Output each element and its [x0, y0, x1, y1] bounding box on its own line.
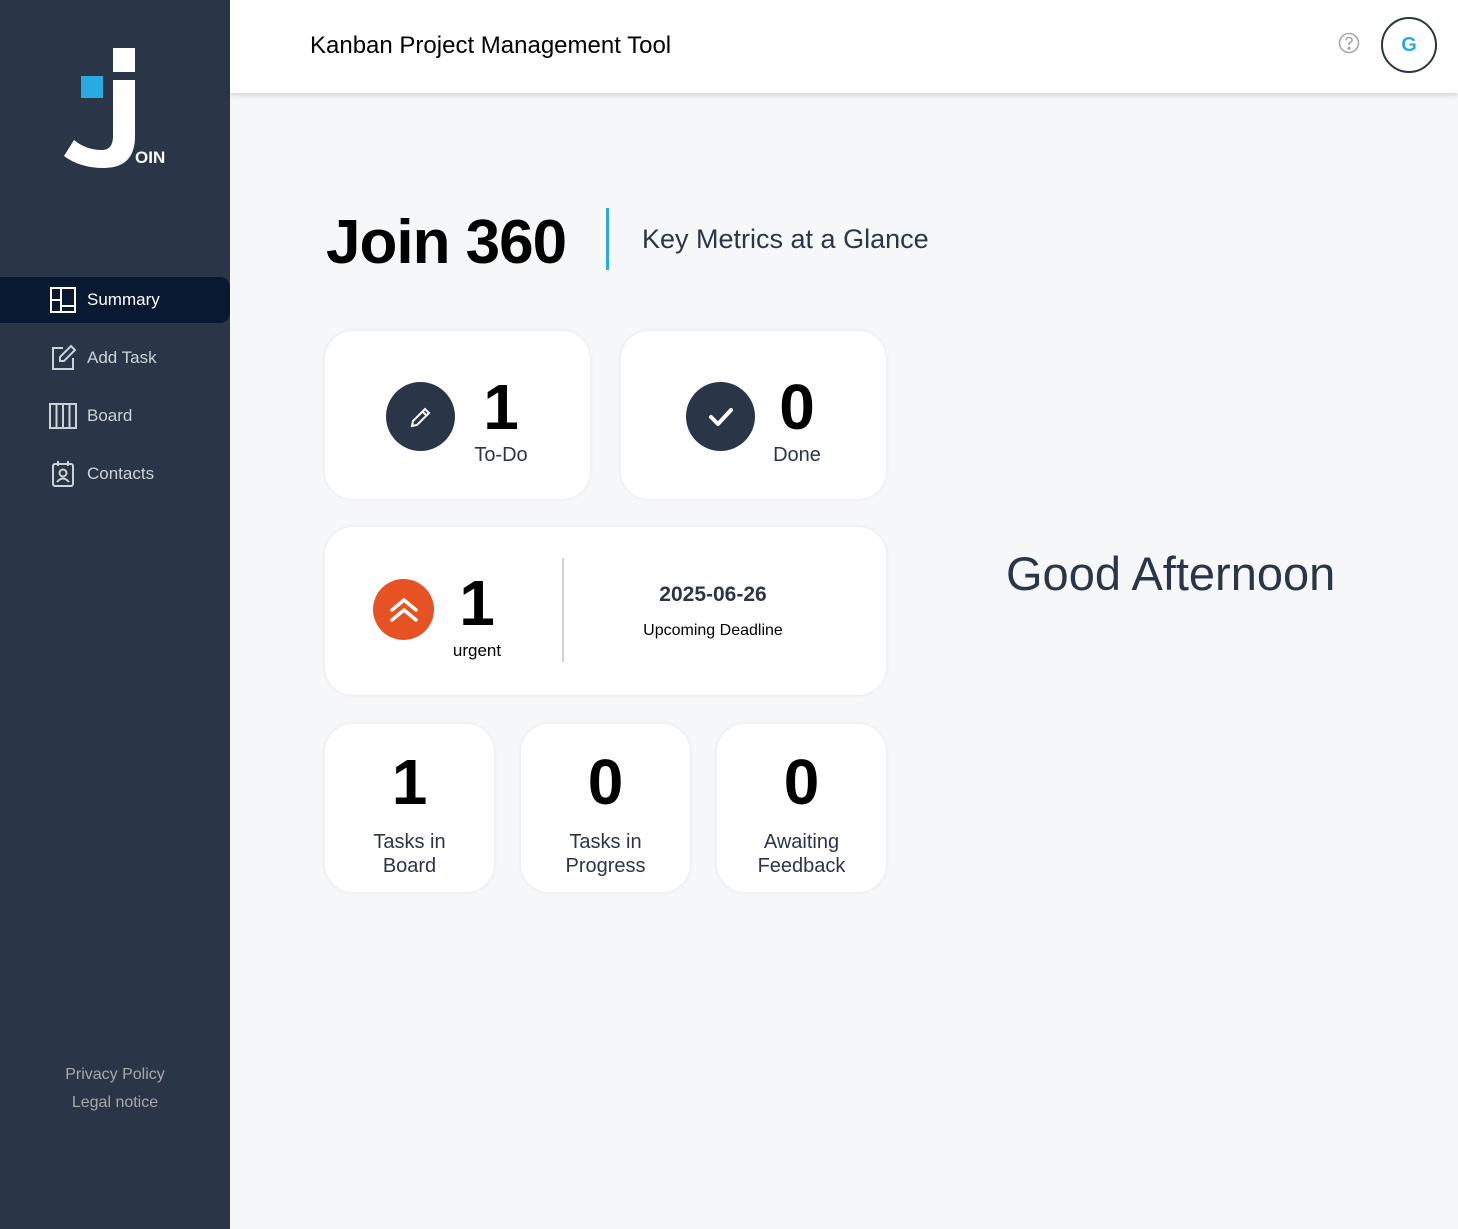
awaiting-feedback-label: Awaiting Feedback [717, 830, 886, 878]
stat-label-line: Board [382, 855, 437, 877]
app-title: Kanban Project Management Tool [310, 32, 672, 59]
tasks-in-progress-count: 0 [587, 746, 624, 818]
deadline-label: Upcoming Deadline [643, 622, 783, 639]
stat-label-line: Progress [565, 855, 646, 877]
stat-label-line: Tasks in [569, 831, 642, 853]
sidebar-footer: Privacy Policy Legal notice [0, 1066, 230, 1112]
todo-card[interactable]: 1 To-Do [325, 331, 590, 499]
double-chevron-up-icon [373, 579, 434, 640]
tasks-in-board-count: 1 [391, 746, 428, 818]
sidebar-nav: Summary Add Task Board Contacts [0, 277, 230, 509]
deadline-date: 2025-06-26 [659, 583, 767, 606]
summary-icon [48, 285, 78, 315]
awaiting-feedback-card[interactable]: 0 Awaiting Feedback [717, 724, 886, 892]
question-circle-icon[interactable] [1338, 32, 1360, 54]
app-root: OIN Summary Add Task Board Contacts Priv… [0, 0, 1458, 1229]
sidebar-item-label: Board [87, 406, 133, 425]
awaiting-feedback-count: 0 [783, 746, 820, 818]
tasks-in-board-label: Tasks in Board [325, 830, 494, 878]
join-logo[interactable]: OIN [60, 44, 170, 174]
tasks-in-board-card[interactable]: 1 Tasks in Board [325, 724, 494, 892]
top-header: Kanban Project Management Tool G [230, 0, 1458, 93]
todo-count: 1 [483, 371, 519, 443]
contact-badge-icon [48, 459, 78, 489]
sidebar-item-label: Add Task [87, 348, 157, 367]
privacy-policy-link[interactable]: Privacy Policy [65, 1066, 165, 1084]
stat-label-line: Tasks in [373, 831, 446, 853]
urgent-card[interactable]: 1 urgent 2025-06-26 Upcoming Deadline [325, 527, 886, 695]
edit-square-icon [48, 343, 78, 373]
tasks-in-progress-card[interactable]: 0 Tasks in Progress [521, 724, 690, 892]
done-count: 0 [779, 371, 815, 443]
stat-label-line: Feedback [757, 855, 846, 877]
sidebar-item-contacts[interactable]: Contacts [0, 451, 230, 497]
todo-label: To-Do [474, 444, 528, 466]
sidebar: OIN Summary Add Task Board Contacts Priv… [0, 0, 230, 1229]
urgent-label: urgent [452, 641, 502, 660]
logo-text: OIN [135, 148, 166, 167]
board-columns-icon [48, 401, 78, 431]
page-subtitle: Key Metrics at a Glance [642, 224, 929, 254]
user-avatar[interactable]: G [1381, 17, 1437, 73]
done-label: Done [773, 444, 821, 466]
page-title: Join 360 [326, 208, 567, 277]
sidebar-item-add-task[interactable]: Add Task [0, 335, 230, 381]
sidebar-item-summary[interactable]: Summary [0, 277, 230, 323]
check-icon [686, 382, 755, 451]
tasks-in-progress-label: Tasks in Progress [521, 830, 690, 878]
urgent-count: 1 [459, 567, 495, 639]
sidebar-item-board[interactable]: Board [0, 393, 230, 439]
sidebar-item-label: Summary [87, 290, 160, 309]
done-card[interactable]: 0 Done [621, 331, 886, 499]
sidebar-item-label: Contacts [87, 464, 155, 483]
urgent-divider [562, 558, 564, 662]
greeting-text: Good Afternoon [1006, 547, 1336, 600]
stat-label-line: Awaiting [763, 831, 840, 853]
legal-notice-link[interactable]: Legal notice [72, 1094, 158, 1112]
title-divider [606, 208, 609, 270]
pencil-icon [386, 382, 455, 451]
